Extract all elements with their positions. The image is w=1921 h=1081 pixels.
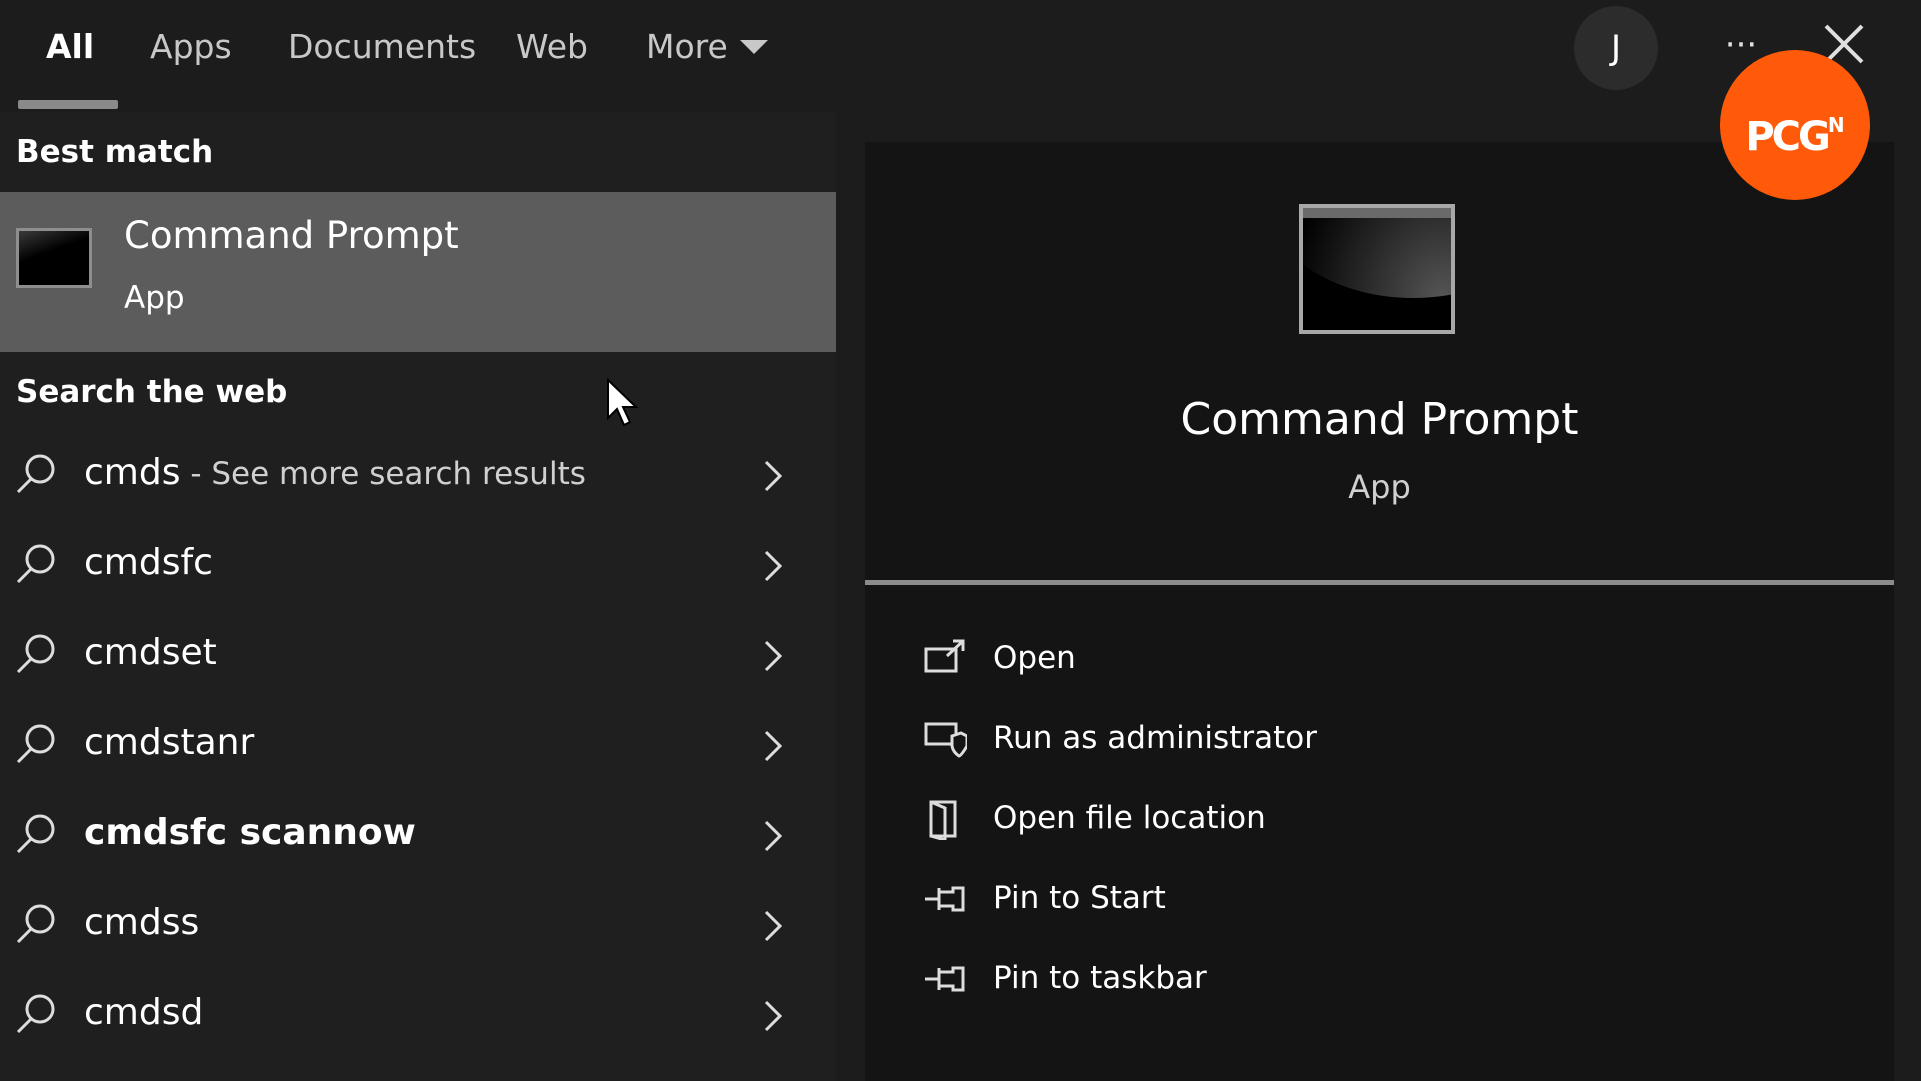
tab-apps[interactable]: Apps [150,22,232,72]
chevron-right-icon [764,550,783,582]
web-result-label: cmdss [84,902,199,943]
app-type: App [1348,468,1411,506]
web-result-query: cmdset [84,632,217,673]
mouse-cursor-icon [607,378,639,427]
web-result-label: cmdsd [84,992,203,1033]
account-avatar[interactable]: J [1574,6,1658,90]
shield-icon [924,722,967,758]
action-label: Pin to taskbar [993,960,1207,996]
web-result-item[interactable]: cmdstanr [0,702,836,792]
action-label: Run as administrator [993,720,1317,756]
search-web-heading: Search the web [16,374,288,410]
logo-text: PCG [1745,114,1830,160]
web-result-label: cmdstanr [84,722,254,763]
web-result-label: cmdsfc scannow [84,812,416,853]
app-title: Command Prompt [1180,394,1579,445]
best-match-subtitle: App [124,280,185,316]
web-result-query: cmdsd [84,992,204,1033]
file-location-icon [929,800,957,840]
open-icon [924,639,965,673]
pcgn-logo: PCGN [1720,50,1870,200]
web-result-item[interactable]: cmdsd [0,972,836,1062]
action-pin-to-start[interactable]: Pin to Start [923,872,1523,932]
chevron-right-icon [764,820,783,852]
best-match-title: Command Prompt [124,214,459,257]
web-result-label: cmdset [84,632,217,673]
search-icon [16,904,55,944]
search-icon [16,544,55,584]
web-result-query: cmdsfc scannow [84,812,416,853]
web-result-query: cmds [84,452,181,493]
tab-more-label: More [646,27,728,66]
chevron-right-icon [764,640,783,672]
action-pin-to-taskbar[interactable]: Pin to taskbar [923,952,1523,1012]
action-open-file-location[interactable]: Open file location [923,792,1523,852]
tab-documents[interactable]: Documents [288,22,476,72]
icon-glare [1303,208,1451,298]
action-label: Open [993,640,1076,676]
divider [865,580,1894,585]
web-result-query: cmdss [84,902,200,943]
search-icon [16,724,55,764]
web-result-label: cmdsfc [84,542,213,583]
chevron-right-icon [764,460,783,492]
active-tab-indicator [18,100,118,109]
web-result-label: cmds - See more search results [84,452,586,493]
results-panel: Best match Command Prompt App Search the… [0,112,836,1081]
web-result-item[interactable]: cmdsfc [0,522,836,612]
tab-more[interactable]: More [646,22,768,72]
web-result-item[interactable]: cmdsfc scannow [0,792,836,882]
search-filter-bar: All Apps Documents Web More J ··· [0,0,1921,112]
search-icon [16,814,55,854]
best-match-heading: Best match [16,134,214,170]
chevron-right-icon [764,1000,783,1032]
best-match-command-prompt[interactable]: Command Prompt App [0,192,836,427]
caret-down-icon [739,39,768,54]
web-result-suffix: - See more search results [180,456,586,492]
command-prompt-icon [1299,204,1455,334]
logo-superscript: N [1827,113,1845,137]
action-open[interactable]: Open [923,632,1523,692]
tab-all[interactable]: All [46,22,94,72]
chevron-right-icon [764,910,783,942]
pin-icon [925,886,965,912]
search-icon [16,454,55,494]
tab-web[interactable]: Web [516,22,588,72]
icon-titlebar [1303,208,1451,218]
action-label: Open file location [993,800,1266,836]
web-result-item[interactable]: cmdss [0,882,836,972]
web-result-query: cmdstanr [84,722,255,763]
pin-icon [925,966,965,992]
search-icon [16,634,55,674]
action-label: Pin to Start [993,880,1166,916]
web-result-query: cmdsfc [84,542,213,583]
web-result-item[interactable]: cmdset [0,612,836,702]
web-result-item[interactable]: cmds - See more search results [0,432,836,522]
search-icon [16,994,55,1034]
chevron-right-icon [764,730,783,762]
action-run-as-administrator[interactable]: Run as administrator [923,712,1523,772]
app-details-panel: Command Prompt App Open Run as administr… [865,142,1894,1081]
command-prompt-icon [16,228,92,288]
